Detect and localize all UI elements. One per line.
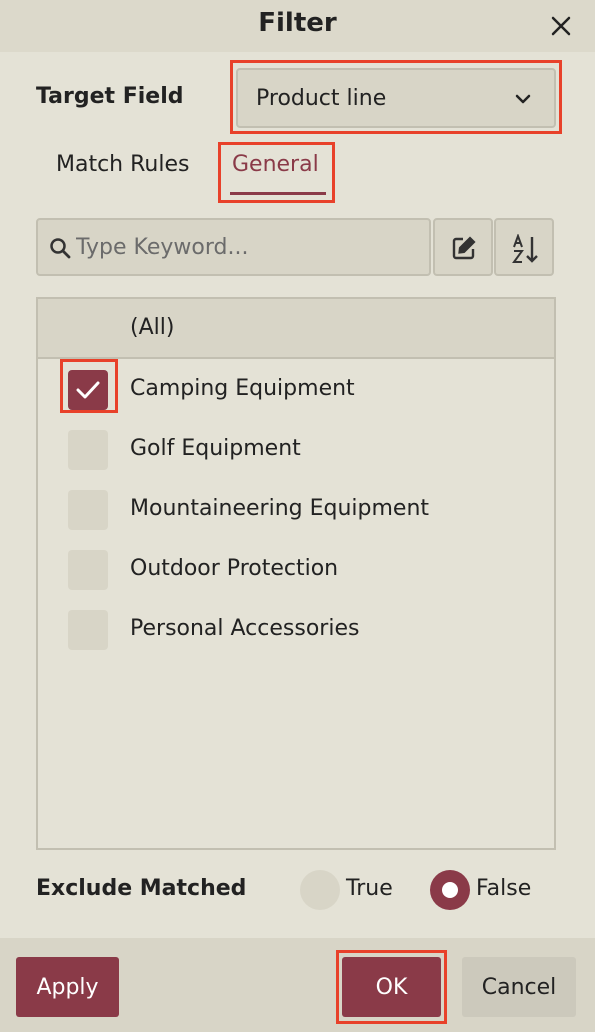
- highlight-ok-button: [336, 950, 447, 1024]
- close-icon: [551, 16, 571, 36]
- list-item-checkbox[interactable]: [68, 490, 108, 530]
- list-item-checkbox[interactable]: [68, 430, 108, 470]
- apply-button[interactable]: Apply: [16, 957, 119, 1017]
- list-item-label: Camping Equipment: [130, 376, 355, 401]
- select-all-label: (All): [130, 315, 175, 340]
- search-input[interactable]: [76, 232, 416, 262]
- select-all-checkbox[interactable]: [68, 309, 108, 349]
- list-item-label: Personal Accessories: [130, 616, 360, 641]
- radio-false-label[interactable]: False: [476, 876, 531, 901]
- radio-true[interactable]: [300, 870, 340, 910]
- search-icon: [50, 238, 71, 259]
- dialog-title: Filter: [258, 8, 337, 38]
- filter-dialog: Filter Target Field Product line Match R…: [0, 0, 595, 1032]
- select-all-row[interactable]: (All): [38, 299, 554, 359]
- dialog-titlebar: Filter: [0, 0, 595, 52]
- list-item-label: Mountaineering Equipment: [130, 496, 430, 521]
- edit-button[interactable]: [433, 218, 493, 276]
- tab-match-rules[interactable]: Match Rules: [56, 152, 189, 177]
- list-item-checkbox[interactable]: [68, 550, 108, 590]
- exclude-matched-label: Exclude Matched: [36, 876, 247, 901]
- target-field-label: Target Field: [36, 84, 184, 109]
- sort-az-icon: [512, 234, 538, 263]
- close-button[interactable]: [547, 12, 575, 40]
- list-item[interactable]: Personal Accessories: [38, 600, 554, 660]
- radio-true-label[interactable]: True: [346, 876, 393, 901]
- highlight-general-tab: [218, 142, 335, 203]
- list-item-checkbox[interactable]: [68, 610, 108, 650]
- list-item[interactable]: Golf Equipment: [38, 420, 554, 480]
- edit-icon: [452, 236, 476, 260]
- radio-selected-dot: [442, 882, 458, 898]
- sort-button[interactable]: [494, 218, 554, 276]
- list-item-label: Golf Equipment: [130, 436, 301, 461]
- list-item-label: Outdoor Protection: [130, 556, 339, 581]
- search-box: [36, 218, 431, 276]
- cancel-button[interactable]: Cancel: [462, 957, 576, 1017]
- radio-false[interactable]: [430, 870, 470, 910]
- list-item[interactable]: Mountaineering Equipment: [38, 480, 554, 540]
- list-item[interactable]: Outdoor Protection: [38, 540, 554, 600]
- highlight-camping-checkbox: [60, 359, 118, 413]
- highlight-target-field: [230, 60, 562, 134]
